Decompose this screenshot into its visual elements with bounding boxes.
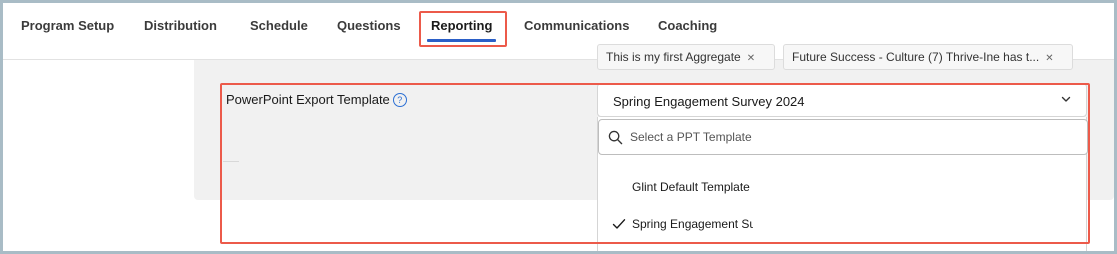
template-search-input[interactable] bbox=[630, 128, 1070, 146]
ppt-template-select[interactable]: Spring Engagement Survey 2024 bbox=[597, 83, 1087, 117]
aggregate-tag-label: This is my first Aggregate bbox=[606, 50, 741, 64]
field-label: PowerPoint Export Template? bbox=[226, 92, 407, 107]
close-icon[interactable]: ✕ bbox=[1045, 53, 1053, 64]
dropdown-menu: Glint Default Template Spring Engagement… bbox=[597, 117, 1088, 251]
search-icon bbox=[608, 130, 623, 145]
template-search-box[interactable] bbox=[598, 119, 1088, 155]
option-glint-default-template[interactable]: Glint Default Template bbox=[598, 173, 753, 203]
tab-schedule[interactable]: Schedule bbox=[250, 18, 308, 33]
tab-coaching[interactable]: Coaching bbox=[658, 18, 717, 33]
selected-template-value: Spring Engagement Survey 2024 bbox=[613, 94, 805, 109]
aggregate-tag[interactable]: Future Success - Culture (7) Thrive-Ine … bbox=[783, 44, 1073, 70]
tab-program-setup[interactable]: Program Setup bbox=[21, 18, 114, 33]
option-label: Glint Default Template bbox=[632, 180, 750, 194]
app-window: Program Setup Distribution Schedule Ques… bbox=[3, 3, 1114, 251]
aggregate-tag[interactable]: This is my first Aggregate ✕ bbox=[597, 44, 775, 70]
powerpoint-export-template-label: PowerPoint Export Template bbox=[226, 92, 390, 107]
tab-questions[interactable]: Questions bbox=[337, 18, 401, 33]
tab-communications[interactable]: Communications bbox=[524, 18, 629, 33]
reporting-tab-annotation bbox=[419, 11, 507, 47]
option-label: Spring Engagement Survey 2024 bbox=[632, 217, 753, 231]
divider bbox=[223, 161, 239, 162]
help-icon[interactable]: ? bbox=[392, 93, 407, 107]
aggregate-tag-label: Future Success - Culture (7) Thrive-Ine … bbox=[792, 50, 1040, 64]
option-spring-engagement-survey-2024[interactable]: Spring Engagement Survey 2024 bbox=[598, 210, 753, 240]
close-icon[interactable]: ✕ bbox=[747, 53, 755, 64]
checkmark-icon bbox=[612, 219, 626, 229]
chevron-down-icon bbox=[1061, 96, 1071, 102]
tab-distribution[interactable]: Distribution bbox=[144, 18, 217, 33]
